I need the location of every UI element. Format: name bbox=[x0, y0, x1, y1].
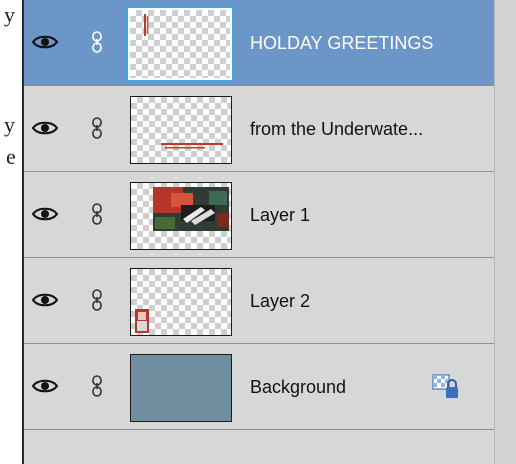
layer-thumbnail[interactable] bbox=[130, 268, 232, 336]
eye-icon bbox=[32, 35, 58, 49]
thumbnail-art bbox=[135, 309, 149, 333]
layer-visibility-toggle[interactable] bbox=[24, 258, 74, 343]
layer-link-toggle[interactable] bbox=[74, 86, 122, 171]
text-fragment: y bbox=[4, 2, 15, 27]
eye-icon bbox=[32, 379, 58, 393]
document-edge-fragment: y y e bbox=[0, 0, 22, 464]
layer-name[interactable]: Layer 1 bbox=[250, 172, 310, 258]
thumbnail-art bbox=[161, 143, 223, 149]
layer-name[interactable]: Background bbox=[250, 344, 346, 430]
layer-thumbnail[interactable] bbox=[130, 354, 232, 422]
chain-link-icon bbox=[92, 375, 102, 397]
text-fragment: y bbox=[4, 112, 15, 137]
layer-visibility-toggle[interactable] bbox=[24, 86, 74, 171]
layer-thumbnail[interactable] bbox=[130, 182, 232, 250]
eye-icon bbox=[32, 293, 58, 307]
panel-scrollbar[interactable] bbox=[494, 0, 516, 464]
layer-link-toggle[interactable] bbox=[74, 344, 122, 429]
layer-thumbnail[interactable] bbox=[126, 6, 234, 82]
layer-name[interactable]: Layer 2 bbox=[250, 258, 310, 344]
transparency-lock-icon bbox=[432, 374, 458, 398]
layer-link-toggle[interactable] bbox=[74, 0, 122, 85]
thumbnail-art bbox=[153, 187, 229, 231]
layer-visibility-toggle[interactable] bbox=[24, 344, 74, 429]
layer-row[interactable]: Layer 1 bbox=[24, 172, 496, 258]
chain-link-icon bbox=[92, 289, 102, 311]
layer-row[interactable]: HOLDAY GREETINGS bbox=[24, 0, 496, 86]
layers-panel: HOLDAY GREETINGS from the Underwate... L… bbox=[22, 0, 496, 464]
layer-row[interactable]: Layer 2 bbox=[24, 258, 496, 344]
layer-name[interactable]: HOLDAY GREETINGS bbox=[250, 0, 433, 86]
layer-name[interactable]: from the Underwate... bbox=[250, 86, 423, 172]
chain-link-icon bbox=[92, 31, 102, 53]
layer-row[interactable]: from the Underwate... bbox=[24, 86, 496, 172]
layer-thumbnail[interactable] bbox=[130, 96, 232, 164]
layer-visibility-toggle[interactable] bbox=[24, 0, 74, 85]
chain-link-icon bbox=[92, 203, 102, 225]
layer-link-toggle[interactable] bbox=[74, 172, 122, 257]
eye-icon bbox=[32, 121, 58, 135]
layer-visibility-toggle[interactable] bbox=[24, 172, 74, 257]
layer-link-toggle[interactable] bbox=[74, 258, 122, 343]
layer-row[interactable]: Background bbox=[24, 344, 496, 430]
chain-link-icon bbox=[92, 117, 102, 139]
eye-icon bbox=[32, 207, 58, 221]
thumbnail-art bbox=[144, 14, 149, 36]
text-fragment: e bbox=[6, 144, 16, 169]
